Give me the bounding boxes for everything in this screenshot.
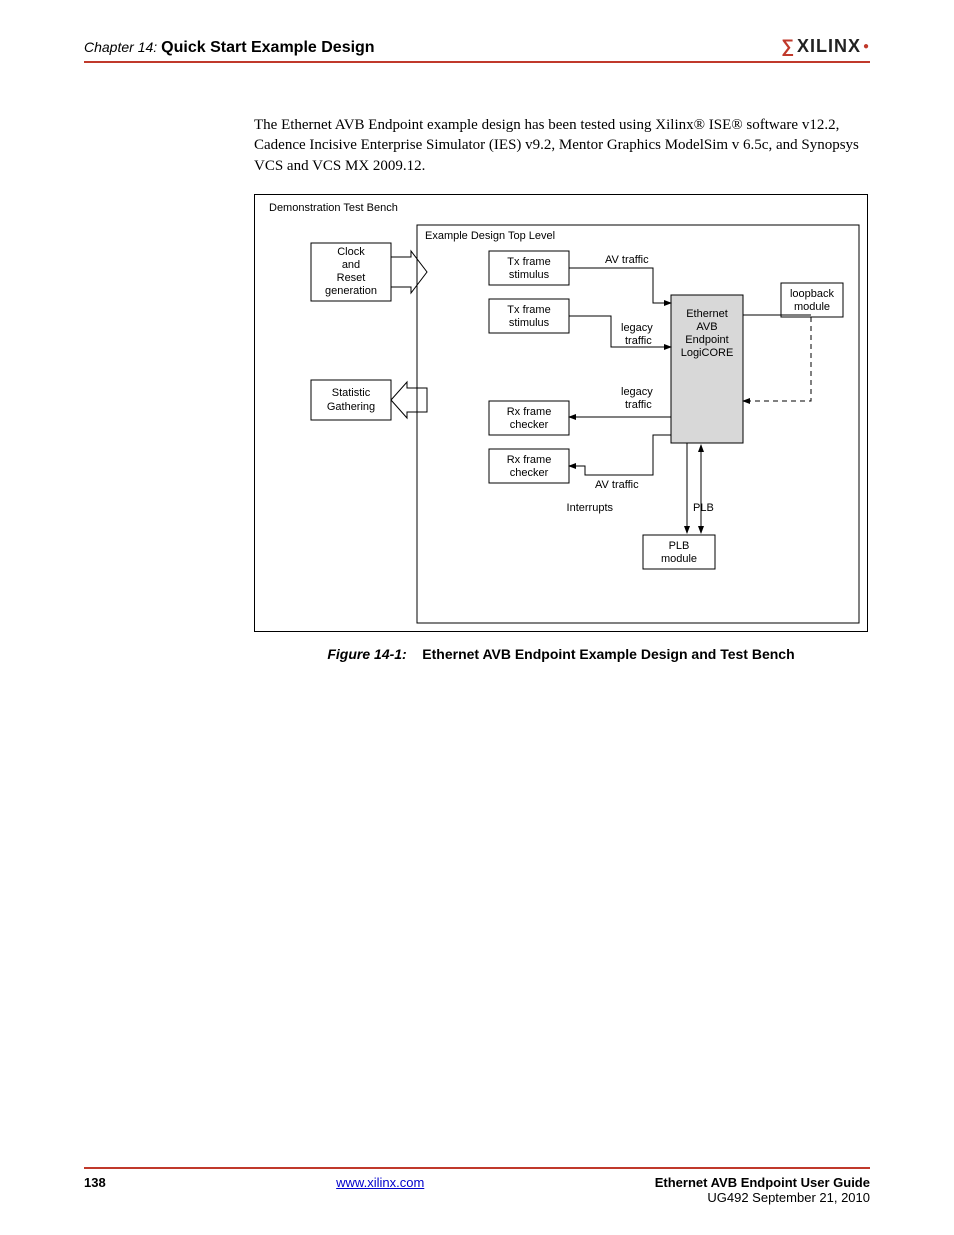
- avb-core-box: Ethernet AVB Endpoint LogiCORE: [671, 295, 743, 443]
- legacy-1-label: legacy: [621, 322, 653, 334]
- svg-text:AVB: AVB: [696, 321, 717, 333]
- figure-container: Demonstration Test Bench Example Design …: [254, 194, 868, 662]
- rx-checker-1-box: Rx frame checker: [489, 401, 569, 435]
- plb-module-box: PLB module: [643, 535, 715, 569]
- svg-text:Statistic: Statistic: [332, 387, 371, 399]
- av-traffic-2-label: AV traffic: [595, 479, 639, 491]
- legacy-2b-label: traffic: [625, 399, 652, 411]
- svg-text:Gathering: Gathering: [327, 401, 375, 413]
- xilinx-logo: ∑ XILINX ●: [781, 36, 870, 57]
- page-header: Chapter 14: Quick Start Example Design ∑…: [84, 36, 870, 63]
- doc-id-date: UG492 September 21, 2010: [655, 1190, 870, 1205]
- svg-text:Endpoint: Endpoint: [685, 334, 728, 346]
- interrupts-label: Interrupts: [567, 502, 614, 514]
- svg-text:LogiCORE: LogiCORE: [681, 347, 734, 359]
- svg-text:loopback: loopback: [790, 288, 835, 300]
- inner-top-label: Example Design Top Level: [425, 230, 555, 242]
- clock-arrow-icon: [391, 251, 427, 293]
- figure-caption: Figure 14-1: Ethernet AVB Endpoint Examp…: [254, 646, 868, 662]
- clock-reset-box: Clock and Reset generation: [311, 243, 391, 301]
- figure-title: Ethernet AVB Endpoint Example Design and…: [422, 646, 794, 662]
- figure-number: Figure 14-1:: [327, 646, 406, 662]
- doc-title: Ethernet AVB Endpoint User Guide: [655, 1175, 870, 1190]
- stat-gathering-box: Statistic Gathering: [311, 380, 391, 420]
- chapter-title: Quick Start Example Design: [161, 39, 374, 56]
- logo-sigma-icon: ∑: [781, 36, 795, 57]
- legacy-1b-label: traffic: [625, 335, 652, 347]
- rx-checker-2-box: Rx frame checker: [489, 449, 569, 483]
- loopback-dashed: [743, 317, 811, 401]
- svg-text:module: module: [661, 553, 697, 565]
- page-footer: 138 www.xilinx.com Ethernet AVB Endpoint…: [84, 1167, 870, 1205]
- tx1-arrow: [569, 268, 671, 303]
- footer-link[interactable]: www.xilinx.com: [336, 1175, 424, 1190]
- svg-text:checker: checker: [510, 467, 549, 479]
- plb-label: PLB: [693, 502, 714, 514]
- svg-text:Clock: Clock: [337, 246, 365, 258]
- tx-stimulus-2-box: Tx frame stimulus: [489, 299, 569, 333]
- svg-text:Tx frame: Tx frame: [507, 304, 550, 316]
- legacy-2-label: legacy: [621, 386, 653, 398]
- svg-text:checker: checker: [510, 419, 549, 431]
- loopback-box: loopback module: [781, 283, 843, 317]
- tx-stimulus-1-box: Tx frame stimulus: [489, 251, 569, 285]
- svg-text:module: module: [794, 301, 830, 313]
- av-traffic-1-label: AV traffic: [605, 254, 649, 266]
- footer-link-wrap: www.xilinx.com: [336, 1175, 424, 1190]
- svg-text:Reset: Reset: [337, 272, 366, 284]
- svg-text:Rx frame: Rx frame: [507, 454, 552, 466]
- svg-text:and: and: [342, 259, 360, 271]
- tx2-arrow: [569, 316, 671, 347]
- diagram-svg: Demonstration Test Bench Example Design …: [254, 194, 868, 632]
- logo-dot-icon: ●: [863, 41, 870, 52]
- page-number: 138: [84, 1175, 106, 1190]
- svg-text:generation: generation: [325, 285, 377, 297]
- svg-text:Ethernet: Ethernet: [686, 308, 728, 320]
- rx2-arrow: [569, 435, 671, 475]
- logo-text: XILINX: [797, 36, 861, 57]
- svg-text:Rx frame: Rx frame: [507, 406, 552, 418]
- footer-right: Ethernet AVB Endpoint User Guide UG492 S…: [655, 1175, 870, 1205]
- svg-text:stimulus: stimulus: [509, 317, 550, 329]
- svg-text:stimulus: stimulus: [509, 269, 550, 281]
- intro-paragraph: The Ethernet AVB Endpoint example design…: [254, 115, 870, 176]
- chapter-label: Chapter 14: Quick Start Example Design: [84, 39, 375, 57]
- stat-arrow-icon: [391, 382, 427, 418]
- chapter-prefix: Chapter 14:: [84, 39, 157, 55]
- svg-text:Tx frame: Tx frame: [507, 256, 550, 268]
- outer-bench-label: Demonstration Test Bench: [269, 202, 398, 214]
- svg-text:PLB: PLB: [669, 540, 690, 552]
